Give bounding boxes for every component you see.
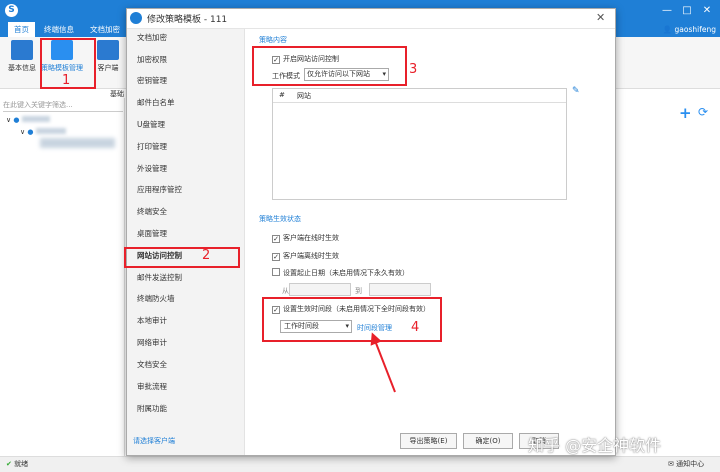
chevron-down-icon: ∨ — [6, 116, 12, 124]
annotation-arrow-icon — [370, 332, 396, 393]
to-label: 到 — [355, 287, 362, 295]
search-input[interactable]: 在此键入关键字筛选... — [3, 100, 123, 112]
blurred-tree-item — [40, 138, 115, 148]
tab-doc-encrypt[interactable]: 文档加密 — [84, 22, 126, 37]
tree-root[interactable]: ∨ ● — [6, 116, 50, 124]
annotation-number-3: 3 — [409, 62, 418, 77]
online-effective-checkbox[interactable]: ✓ 客户端在线时生效 — [272, 233, 339, 243]
user-icon: 👤 — [662, 25, 675, 34]
dialog-title: 修改策略模板 - 111 — [147, 15, 228, 25]
online-effective-label: 客户端在线时生效 — [283, 234, 339, 242]
nav-approval-flow[interactable]: 审批流程 — [137, 380, 167, 394]
nav-doc-encrypt[interactable]: 文档加密 — [137, 31, 167, 45]
section-policy-status: 策略生效状态 — [259, 215, 301, 223]
app-logo-icon: S — [5, 4, 18, 17]
export-policy-button[interactable]: 导出策略(E) — [400, 433, 457, 449]
nav-document-security[interactable]: 文档安全 — [137, 358, 167, 372]
ok-button[interactable]: 确定(O) — [463, 433, 513, 449]
watermark: 知乎 @安企神软件 — [528, 436, 662, 455]
nav-auxiliary[interactable]: 附属功能 — [137, 402, 167, 416]
username: gaoshifeng — [674, 25, 716, 34]
blurred-name — [21, 116, 50, 122]
annotation-number-2: 2 — [202, 248, 211, 263]
status-ready-label: 就绪 — [14, 460, 29, 468]
nav-local-audit[interactable]: 本地审计 — [137, 314, 167, 328]
right-toolbar — [620, 98, 720, 458]
ribbon-basic-info-button[interactable]: 基本信息 — [0, 40, 44, 73]
check-icon: ✔ — [6, 460, 15, 468]
select-client-link[interactable]: 请选择客户端 — [133, 436, 175, 446]
nav-terminal-security[interactable]: 终端安全 — [137, 205, 167, 219]
section-policy-content: 策略内容 — [259, 36, 287, 44]
tab-terminal-info[interactable]: 终端信息 — [38, 22, 80, 37]
checkbox-unchecked-icon — [272, 268, 280, 276]
status-ready: ✔ 就绪 — [6, 459, 28, 469]
tree-child[interactable]: ∨ ● — [20, 128, 66, 136]
checkbox-checked-icon: ✓ — [272, 253, 280, 261]
ribbon-basic-info-label: 基本信息 — [8, 64, 36, 72]
from-label: 从 — [282, 287, 289, 295]
nav-key-management[interactable]: 密钥管理 — [137, 74, 167, 88]
close-button[interactable]: ✕ — [698, 4, 716, 18]
client-icon — [97, 40, 119, 60]
notification-center[interactable]: ✉ 通知中心 — [668, 459, 704, 469]
tab-home[interactable]: 首页 — [8, 22, 35, 37]
website-list-table[interactable] — [272, 88, 567, 200]
date-range-checkbox[interactable]: 设置起止日期（未启用情况下永久有效） — [272, 268, 409, 278]
checkbox-checked-icon: ✓ — [272, 235, 280, 243]
dialog-logo-icon — [130, 12, 142, 24]
nav-encrypt-permissions[interactable]: 加密权限 — [137, 53, 167, 67]
offline-effective-checkbox[interactable]: ✓ 客户端离线时生效 — [272, 251, 339, 261]
maximize-button[interactable]: □ — [678, 4, 696, 18]
date-range-label: 设置起止日期（未启用情况下永久有效） — [283, 269, 409, 277]
nav-terminal-firewall[interactable]: 终端防火墙 — [137, 292, 175, 306]
notification-center-label: 通知中心 — [676, 460, 705, 468]
nav-app-control[interactable]: 应用程序管控 — [137, 183, 182, 197]
nav-network-audit[interactable]: 网络审计 — [137, 336, 167, 350]
blurred-name — [35, 128, 66, 134]
chevron-down-icon: ∨ — [20, 128, 26, 136]
nav-desktop-management[interactable]: 桌面管理 — [137, 227, 167, 241]
left-panel — [0, 98, 125, 458]
mail-icon: ✉ — [668, 460, 677, 468]
nav-print-management[interactable]: 打印管理 — [137, 140, 167, 154]
column-header-index: # — [279, 91, 285, 99]
ribbon-client-label: 客户端 — [97, 64, 119, 72]
edit-pencil-icon[interactable]: ✎ — [572, 86, 580, 96]
group-icon: ● — [27, 128, 34, 136]
user-menu[interactable]: 👤 gaoshifeng — [663, 22, 716, 37]
nav-mail-send-control[interactable]: 邮件发送控制 — [137, 271, 182, 285]
table-header-divider — [273, 102, 566, 103]
annotation-box-3 — [252, 46, 407, 86]
refresh-icon[interactable]: ⟳ — [698, 105, 708, 119]
to-date-select[interactable] — [369, 283, 431, 296]
from-date-select[interactable] — [289, 283, 351, 296]
id-card-icon — [11, 40, 33, 60]
user-icon: ● — [13, 116, 20, 124]
annotation-number-4: 4 — [411, 320, 420, 335]
nav-usb-management[interactable]: U盘管理 — [137, 118, 165, 132]
annotation-box-2 — [124, 247, 240, 268]
annotation-number-1: 1 — [62, 73, 71, 88]
offline-effective-label: 客户端离线时生效 — [283, 252, 339, 260]
status-bar — [0, 456, 720, 472]
dialog-close-icon[interactable]: ✕ — [596, 11, 605, 24]
nav-mail-whitelist[interactable]: 邮件白名单 — [137, 96, 175, 110]
minimize-button[interactable]: — — [658, 4, 676, 18]
column-header-website: 网站 — [297, 92, 311, 100]
nav-peripheral-management[interactable]: 外设管理 — [137, 162, 167, 176]
add-icon[interactable]: + — [679, 104, 692, 122]
